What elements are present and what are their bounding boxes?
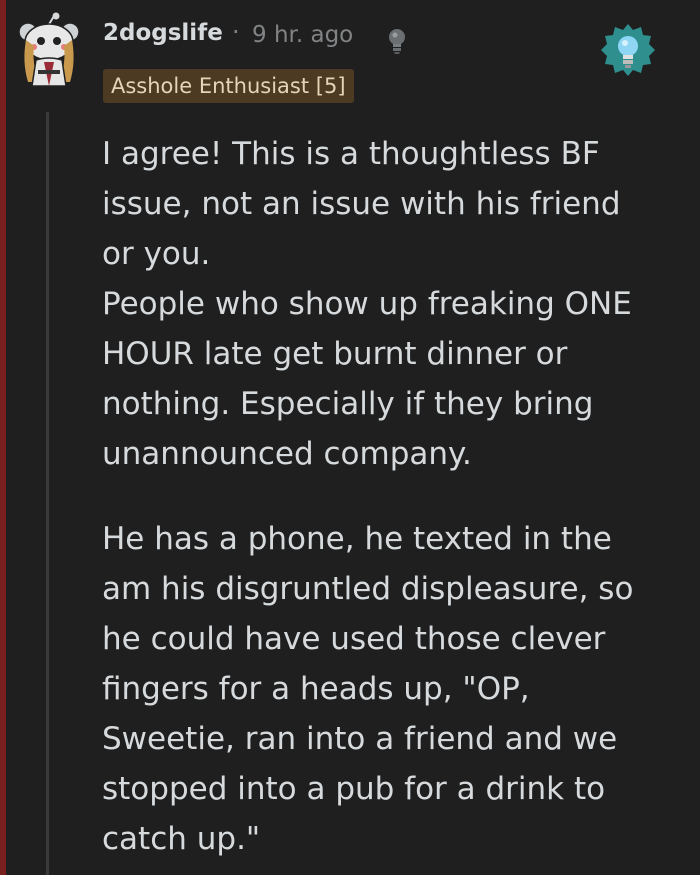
comment-body: I agree! This is a thoughtless BF issue,… <box>102 129 662 864</box>
comment-timestamp[interactable]: 9 hr. ago <box>252 22 353 48</box>
comment-line: I agree! This is a thoughtless BF <box>102 136 600 172</box>
comment-line: unannounced company. <box>102 436 472 472</box>
comment-line: fingers for a heads up, "OP, <box>102 671 530 707</box>
comment-line: catch up." <box>102 821 261 857</box>
meta-separator: · <box>232 18 240 46</box>
lightbulb-award-icon[interactable] <box>600 22 656 78</box>
snoo-avatar-icon <box>18 12 80 87</box>
thread-collapse-line[interactable] <box>46 112 49 875</box>
comment-paragraph-2: He has a phone, he texted in the am his … <box>102 514 662 864</box>
comment-line: am his disgruntled displeasure, so <box>102 571 634 607</box>
lightbulb-icon <box>389 29 405 54</box>
comment-line: People who show up freaking ONE <box>102 286 632 322</box>
comment-line: Sweetie, ran into a friend and we <box>102 721 618 757</box>
comment-line: or you. <box>102 236 211 272</box>
comment-line: he could have used those clever <box>102 621 606 657</box>
comment-line: HOUR late get burnt dinner or <box>102 336 568 372</box>
comment-line: stopped into a pub for a drink to <box>102 771 606 807</box>
user-avatar[interactable] <box>14 12 84 88</box>
thread-accent-bar <box>0 0 6 875</box>
author-username[interactable]: 2dogslife <box>103 20 223 46</box>
user-flair: Asshole Enthusiast [5] <box>103 69 354 103</box>
comment-paragraph-1: I agree! This is a thoughtless BF issue,… <box>102 129 662 479</box>
comment-line: He has a phone, he texted in the <box>102 521 612 557</box>
comment-line: issue, not an issue with his friend <box>102 186 621 222</box>
comment-line: nothing. Especially if they bring <box>102 386 594 422</box>
